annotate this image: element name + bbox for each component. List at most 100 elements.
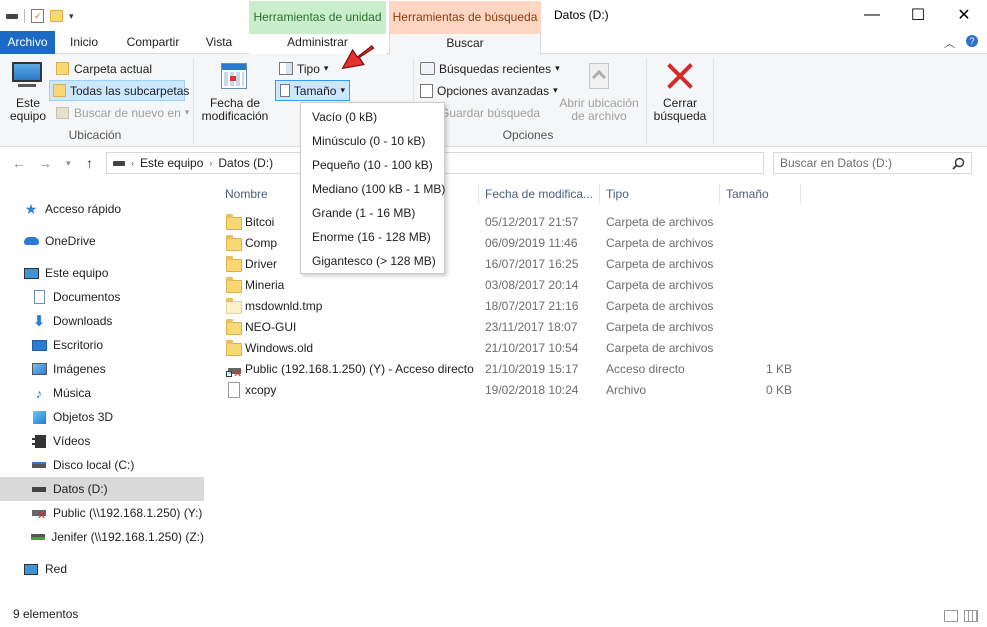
sidebar-item-musica[interactable]: ♪ Música: [0, 381, 204, 405]
fecha-modificacion-button[interactable]: Fecha de modificación: [197, 60, 273, 126]
ribbon-separator: [713, 58, 714, 144]
file-date: 06/09/2019 11:46: [485, 236, 578, 250]
table-row[interactable]: Windows.old 21/10/2017 10:54 Carpeta de …: [222, 338, 802, 359]
sidebar-item-jenifer[interactable]: Jenifer (\\192.168.1.250) (Z:): [0, 525, 204, 549]
sidebar-item-label: Imágenes: [53, 362, 106, 376]
size-option-grande[interactable]: Grande (1 - 16 MB): [301, 201, 444, 225]
file-date: 23/11/2017 18:07: [485, 320, 578, 334]
back-icon[interactable]: ←: [12, 155, 26, 171]
size-option-gigantesco[interactable]: Gigantesco (> 128 MB): [301, 249, 444, 273]
sidebar-item-datos[interactable]: Datos (D:): [0, 477, 204, 501]
tab-buscar[interactable]: Buscar: [389, 31, 541, 55]
chevron-down-icon: ▾: [323, 63, 329, 73]
file-date: 18/07/2017 21:16: [485, 299, 579, 313]
table-row[interactable]: ✕ ↗ Public (192.168.1.250) (Y) - Acceso …: [222, 359, 802, 380]
tamano-button[interactable]: Tamaño ▾: [275, 80, 350, 101]
todas-subcarpetas-button[interactable]: Todas las subcarpetas: [49, 80, 189, 101]
sidebar-item-videos[interactable]: Vídeos: [0, 429, 204, 453]
sidebar-item-label: Vídeos: [53, 434, 91, 448]
large-icons-view-icon[interactable]: [964, 610, 978, 622]
table-row[interactable]: xcopy 19/02/2018 10:24 Archivo 0 KB: [222, 380, 802, 401]
sidebar-item-label: Acceso rápido: [45, 202, 122, 216]
up-icon[interactable]: ↑: [86, 155, 93, 171]
table-row[interactable]: NEO-GUI 23/11/2017 18:07 Carpeta de arch…: [222, 317, 802, 338]
sidebar-item-acceso-rapido[interactable]: ★ Acceso rápido: [0, 197, 204, 221]
file-type: Carpeta de archivos: [606, 299, 714, 313]
new-folder-icon[interactable]: [50, 10, 63, 22]
guardar-busqueda-button[interactable]: Guardar búsqueda: [440, 102, 540, 123]
cerrar-label-2: búsqueda: [653, 109, 707, 123]
fecha-label-2: modificación: [201, 109, 269, 123]
shortcut-icon: ✕ ↗: [226, 368, 243, 380]
busquedas-recientes-button[interactable]: Búsquedas recientes ▾: [420, 58, 560, 79]
close-button[interactable]: ✕: [941, 0, 987, 30]
este-equipo-label-2: equipo: [9, 109, 47, 123]
todas-subcarpetas-label: Todas las subcarpetas: [70, 83, 190, 98]
folder-icon: [226, 214, 242, 230]
documents-icon: [31, 289, 47, 305]
computer-icon: [12, 62, 42, 82]
ribbon-separator: [646, 58, 647, 144]
file-size: 0 KB: [765, 383, 792, 397]
size-option-enorme[interactable]: Enorme (16 - 128 MB): [301, 225, 444, 249]
tab-vista[interactable]: Vista: [198, 31, 240, 54]
search-input[interactable]: Buscar en Datos (D:): [773, 152, 972, 174]
tipo-button[interactable]: Tipo ▾: [277, 58, 330, 79]
file-date: 21/10/2017 10:54: [485, 341, 579, 355]
tab-inicio[interactable]: Inicio: [62, 31, 106, 54]
sidebar-item-documentos[interactable]: Documentos: [0, 285, 204, 309]
size-option-pequeno[interactable]: Pequeño (10 - 100 kB): [301, 153, 444, 177]
este-equipo-button[interactable]: Este equipo: [8, 60, 48, 126]
size-dropdown-menu: Vacío (0 kB) Minúsculo (0 - 10 kB) Peque…: [300, 102, 445, 274]
table-row[interactable]: Mineria 03/08/2017 20:14 Carpeta de arch…: [222, 275, 802, 296]
size-option-vacio[interactable]: Vacío (0 kB): [301, 105, 444, 129]
chevron-down-icon: ▾: [340, 85, 345, 95]
sidebar-item-objetos-3d[interactable]: Objetos 3D: [0, 405, 204, 429]
properties-icon[interactable]: ✓: [31, 9, 44, 23]
details-view-icon[interactable]: [944, 610, 958, 622]
sidebar-item-label: Red: [45, 562, 68, 576]
buscar-de-nuevo-button[interactable]: Buscar de nuevo en ▾: [51, 102, 192, 123]
sidebar-item-escritorio[interactable]: Escritorio: [0, 333, 204, 357]
size-option-minusculo[interactable]: Minúsculo (0 - 10 kB): [301, 129, 444, 153]
cerrar-busqueda-button[interactable]: Cerrar búsqueda: [650, 60, 710, 126]
maximize-button[interactable]: ☐: [895, 0, 941, 30]
sidebar-item-public[interactable]: ✕ Public (\\192.168.1.250) (Y:): [0, 501, 204, 525]
group-label-opciones: Opciones: [502, 128, 554, 142]
breadcrumb-este-equipo[interactable]: Este equipo: [140, 156, 203, 170]
customize-qat-icon[interactable]: ▾: [69, 11, 74, 22]
search-icon[interactable]: [952, 157, 965, 170]
table-row[interactable]: msdownld.tmp 18/07/2017 21:16 Carpeta de…: [222, 296, 802, 317]
forward-icon[interactable]: →: [38, 155, 52, 171]
column-header-date[interactable]: Fecha de modifica...: [479, 184, 599, 204]
collapse-ribbon-icon[interactable]: ︿: [944, 35, 955, 51]
carpeta-actual-button[interactable]: Carpeta actual: [51, 58, 155, 79]
sidebar-item-downloads[interactable]: ⬇ Downloads: [0, 309, 204, 333]
close-search-icon: [667, 63, 693, 89]
sidebar-item-label: Downloads: [53, 314, 113, 328]
star-icon: ★: [24, 200, 38, 217]
file-type: Carpeta de archivos: [606, 236, 714, 250]
breadcrumb-datos[interactable]: Datos (D:): [218, 156, 273, 170]
sidebar-item-red[interactable]: Red: [0, 557, 204, 581]
recent-locations-icon[interactable]: ▾: [66, 158, 71, 169]
column-separator[interactable]: [800, 184, 801, 204]
file-name: Bitcoi: [245, 215, 275, 229]
column-header-size[interactable]: Tamaño: [720, 184, 800, 204]
desktop-icon: [31, 337, 47, 353]
sidebar-item-label: Escritorio: [53, 338, 104, 352]
tab-archivo[interactable]: Archivo: [0, 31, 55, 54]
opciones-avanzadas-button[interactable]: Opciones avanzadas ▾: [420, 80, 558, 101]
videos-icon: [31, 433, 47, 449]
sidebar-item-onedrive[interactable]: OneDrive: [0, 229, 204, 253]
size-option-mediano[interactable]: Mediano (100 kB - 1 MB): [301, 177, 445, 201]
minimize-button[interactable]: —: [849, 0, 895, 30]
sidebar-item-disco-local[interactable]: Disco local (C:): [0, 453, 204, 477]
carpeta-actual-label: Carpeta actual: [74, 61, 153, 76]
column-header-type[interactable]: Tipo: [600, 184, 719, 204]
sidebar-item-este-equipo[interactable]: Este equipo: [0, 261, 204, 285]
help-icon[interactable]: ?: [966, 35, 978, 47]
tab-compartir[interactable]: Compartir: [118, 31, 188, 54]
sidebar-item-imagenes[interactable]: Imágenes: [0, 357, 204, 381]
abrir-ubicacion-button[interactable]: Abrir ubicación de archivo: [556, 60, 642, 126]
